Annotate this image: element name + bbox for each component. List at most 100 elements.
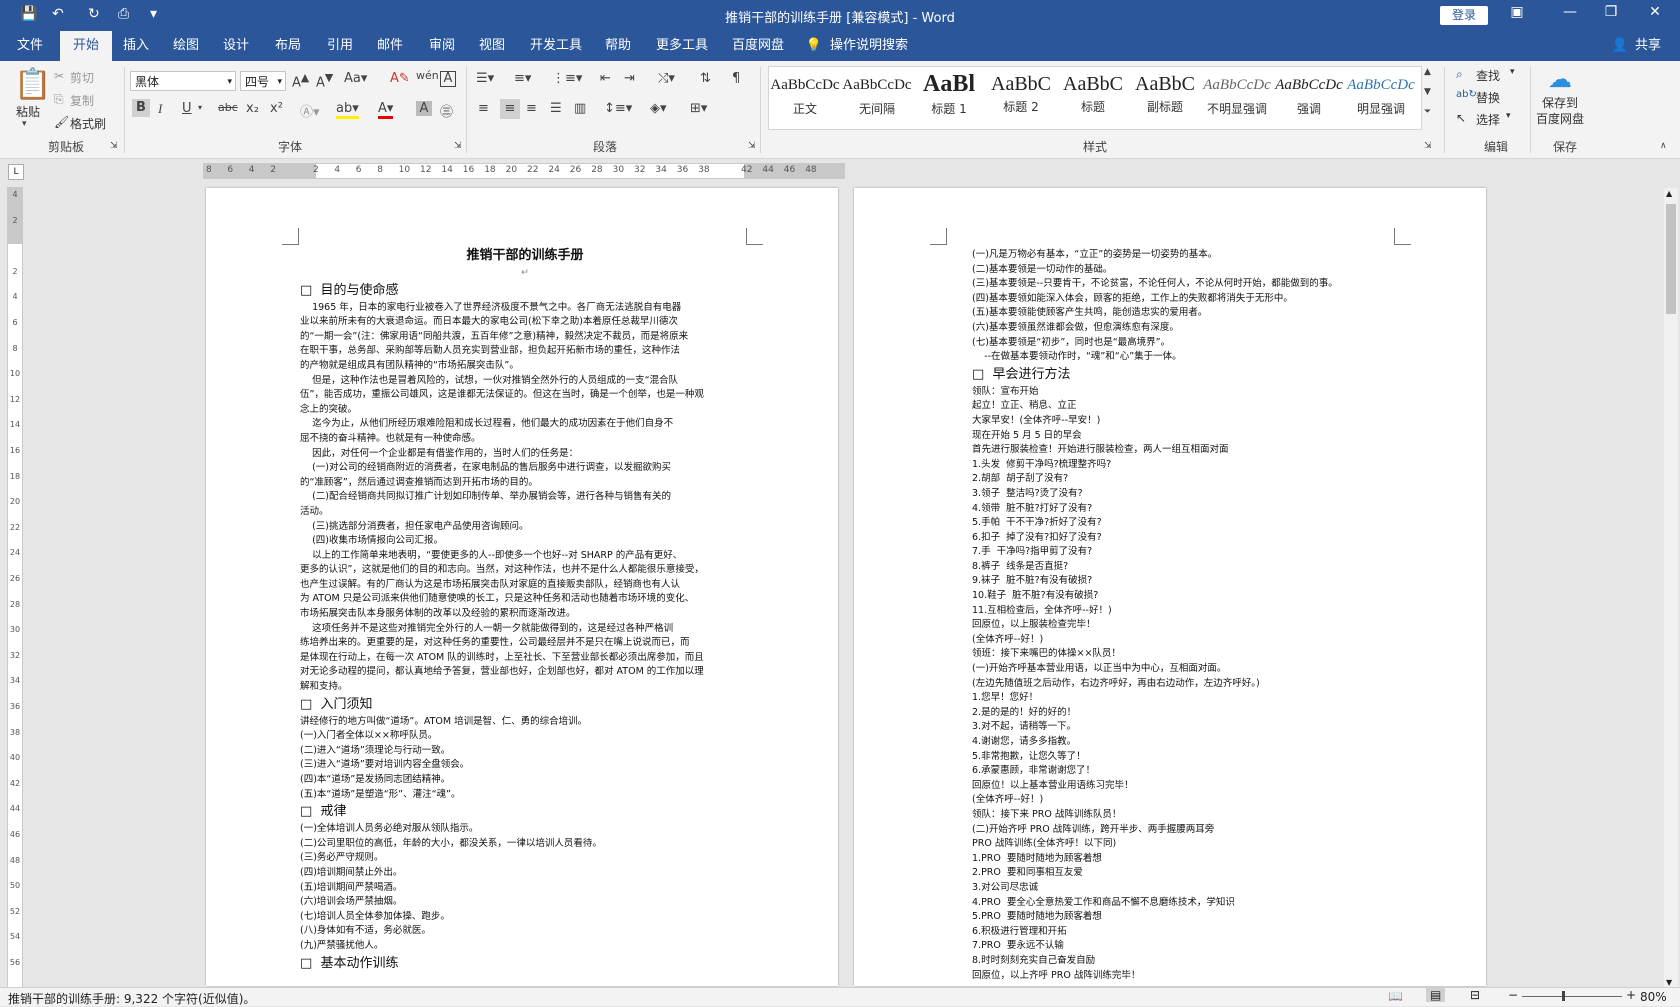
shrink-font-icon[interactable]: A▼	[316, 71, 333, 90]
web-layout-icon[interactable]: ⊟	[1470, 988, 1480, 1002]
tab-help[interactable]: 帮助	[596, 31, 640, 61]
tab-baidu-netdisk[interactable]: 百度网盘	[726, 31, 790, 61]
multilevel-list-icon[interactable]: ⋮≡▾	[552, 71, 582, 86]
chevron-down-icon[interactable]: ▾	[1510, 67, 1515, 77]
vertical-scrollbar[interactable]: ▲ ▼	[1664, 188, 1678, 988]
print-layout-icon[interactable]: ▤	[1426, 988, 1446, 1002]
paste-button[interactable]: 粘贴	[16, 103, 40, 120]
zoom-level[interactable]: 80%	[1640, 990, 1667, 1004]
login-button[interactable]: 登录	[1440, 6, 1488, 25]
style-emphasis[interactable]: AaBbCcDc 强调	[1273, 67, 1345, 129]
style-heading-1[interactable]: AaBl 标题 1	[913, 67, 985, 129]
style-intense-emphasis[interactable]: AaBbCcDc 明显强调	[1345, 67, 1417, 129]
tab-file[interactable]: 文件	[8, 31, 52, 61]
vertical-ruler[interactable]: 4 2 2 4 6 8 10 12 14 16 18 20 22 24 26 28 30 32 34 36 38 40 42…	[7, 187, 23, 989]
tab-review[interactable]: 审阅	[420, 31, 464, 61]
paste-dropdown-icon[interactable]: ▾	[22, 119, 27, 129]
style-title[interactable]: AaBbC 标题	[1057, 67, 1129, 129]
align-right-icon[interactable]: ≡	[526, 101, 537, 116]
search-icon[interactable]: ⌕	[1456, 67, 1463, 82]
borders-icon[interactable]: ⊞▾	[690, 101, 707, 116]
distributed-icon[interactable]: ▥	[574, 101, 586, 116]
page-2-body[interactable]: (一)凡是万物必有基本，“立正”的姿势是一切姿势的基本。 (二)基本要领是一切动作…	[972, 248, 1432, 983]
shading-icon[interactable]: ◈▾	[650, 101, 667, 116]
tab-mailings[interactable]: 邮件	[368, 31, 412, 61]
enclose-characters-icon[interactable]: ㊂	[440, 101, 453, 120]
minimize-icon[interactable]: —	[1555, 4, 1585, 20]
find-button[interactable]: 查找	[1476, 67, 1500, 84]
phonetic-guide-icon[interactable]: wén	[416, 69, 439, 82]
tell-me-search[interactable]: 操作说明搜索	[830, 31, 940, 61]
decrease-indent-icon[interactable]: ⇤	[600, 71, 611, 86]
grow-font-icon[interactable]: A▲	[292, 71, 309, 90]
bullets-icon[interactable]: ☰▾	[476, 71, 494, 86]
font-launcher-icon[interactable]: ⇲	[454, 141, 462, 151]
format-painter-button[interactable]: 格式刷	[70, 115, 106, 132]
paragraph-launcher-icon[interactable]: ⇲	[748, 141, 756, 151]
style-no-spacing[interactable]: AaBbCcDc 无间隔	[841, 67, 913, 129]
cut-button[interactable]: 剪切	[70, 69, 94, 86]
show-marks-icon[interactable]: ¶	[732, 71, 740, 86]
copy-icon[interactable]: ⎘	[54, 92, 64, 107]
document-page-1[interactable]: 推销干部的训练手册 ↵ □ 目的与使命感 1965 年，日本的家电行业被卷入了世…	[206, 188, 838, 986]
highlight-icon[interactable]: ab▾	[336, 101, 359, 119]
bold-icon[interactable]: B	[132, 99, 150, 117]
font-name-select[interactable]: 黑体 ▾	[130, 71, 236, 91]
document-page-2[interactable]: (一)凡是万物必有基本，“立正”的姿势是一切姿势的基本。 (二)基本要领是一切动作…	[854, 188, 1486, 986]
styles-scroll-down-icon[interactable]: ▼	[1424, 87, 1431, 97]
baidu-netdisk-icon[interactable]: ☁	[1548, 65, 1572, 93]
replace-icon[interactable]: ab↻	[1456, 89, 1477, 100]
tab-references[interactable]: 引用	[318, 31, 362, 61]
text-effects-icon[interactable]: Ⓐ▾	[300, 101, 320, 120]
align-center-icon[interactable]: ≡	[500, 99, 520, 119]
style-heading-2[interactable]: AaBbC 标题 2	[985, 67, 1057, 129]
close-icon[interactable]: ✕	[1640, 4, 1670, 20]
format-painter-icon[interactable]: 🖌	[54, 115, 69, 129]
clipboard-launcher-icon[interactable]: ⇲	[110, 141, 118, 151]
tab-insert[interactable]: 插入	[114, 31, 158, 61]
horizontal-ruler[interactable]: 8 6 4 2 2 4 6 8 10 12 14 16 18 20 22 24 26 28 30 32 34 36 38 42…	[203, 163, 845, 179]
tab-selector-icon[interactable]: L	[8, 164, 24, 180]
style-normal[interactable]: AaBbCcDc 正文	[769, 67, 841, 129]
read-mode-icon[interactable]: 📖	[1388, 989, 1403, 1003]
select-cursor-icon[interactable]: ↖	[1456, 111, 1466, 125]
zoom-in-icon[interactable]: +	[1626, 988, 1636, 1002]
asian-layout-icon[interactable]: ⤭▾	[658, 71, 675, 86]
character-border-icon[interactable]: A	[440, 71, 456, 87]
share-button[interactable]: 共享	[1630, 31, 1666, 61]
tab-view[interactable]: 视图	[470, 31, 514, 61]
tab-draw[interactable]: 绘图	[164, 31, 208, 61]
increase-indent-icon[interactable]: ⇥	[624, 71, 635, 86]
character-shading-icon[interactable]: A	[416, 101, 432, 116]
chevron-down-icon[interactable]: ▾	[198, 103, 202, 112]
save-to-baidu-button[interactable]: 保存到 百度网盘	[1536, 95, 1584, 127]
superscript-icon[interactable]: x²	[270, 101, 283, 116]
replace-button[interactable]: 替换	[1476, 89, 1500, 106]
zoom-slider-thumb[interactable]	[1562, 991, 1565, 1001]
align-left-icon[interactable]: ≡	[478, 101, 489, 116]
scrollbar-thumb[interactable]	[1666, 204, 1676, 314]
line-spacing-icon[interactable]: ↕≡▾	[604, 101, 632, 116]
scroll-up-icon[interactable]: ▲	[1666, 189, 1672, 198]
maximize-icon[interactable]: ❐	[1596, 4, 1626, 20]
tab-design[interactable]: 设计	[214, 31, 258, 61]
style-subtitle[interactable]: AaBbC 副标题	[1129, 67, 1201, 129]
cut-icon[interactable]: ✂	[54, 69, 64, 83]
tab-home[interactable]: 开始	[60, 31, 112, 61]
font-color-icon[interactable]: A▾	[378, 101, 394, 119]
collapse-ribbon-icon[interactable]: ∧	[1660, 141, 1667, 151]
zoom-slider[interactable]	[1522, 991, 1622, 1001]
strikethrough-icon[interactable]: abc	[218, 101, 238, 114]
underline-icon[interactable]: U	[182, 101, 192, 116]
page-1-body[interactable]: 推销干部的训练手册 ↵ □ 目的与使命感 1965 年，日本的家电行业被卷入了世…	[300, 246, 750, 974]
chevron-down-icon[interactable]: ▾	[1506, 111, 1511, 121]
clear-formatting-icon[interactable]: A✎	[390, 71, 410, 86]
font-size-select[interactable]: 四号 ▾	[240, 71, 286, 91]
styles-launcher-icon[interactable]: ⇲	[1424, 141, 1432, 151]
select-button[interactable]: 选择	[1476, 111, 1500, 128]
italic-icon[interactable]: I	[158, 101, 162, 117]
paste-icon[interactable]: 📋	[14, 67, 51, 102]
subscript-icon[interactable]: x₂	[246, 101, 259, 116]
copy-button[interactable]: 复制	[70, 92, 94, 109]
justify-icon[interactable]: ☰	[550, 101, 562, 116]
